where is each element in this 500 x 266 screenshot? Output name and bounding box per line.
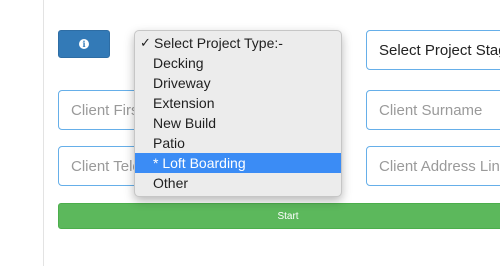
- dropdown-option-placeholder[interactable]: ✓ Select Project Type:-: [135, 33, 341, 53]
- start-button-label: Start: [277, 210, 299, 222]
- project-stage-select-value: Select Project Stag: [379, 41, 500, 59]
- page: i Select Project Stag Client First Name …: [0, 0, 500, 266]
- dropdown-option-loft-boarding[interactable]: * Loft Boarding: [135, 153, 341, 173]
- dropdown-option-extension[interactable]: Extension: [135, 93, 341, 113]
- project-type-dropdown[interactable]: ✓ Select Project Type:- Decking Driveway…: [134, 30, 342, 197]
- dropdown-option-patio[interactable]: Patio: [135, 133, 341, 153]
- client-surname-placeholder: Client Surname: [379, 101, 483, 119]
- checkmark-icon: ✓: [140, 35, 151, 50]
- info-button[interactable]: i: [58, 30, 110, 58]
- client-address-placeholder: Client Address Line 1: [379, 157, 500, 175]
- dropdown-option-decking[interactable]: Decking: [135, 53, 341, 73]
- sidebar-divider: [43, 0, 44, 266]
- info-circle-icon: i: [79, 39, 89, 49]
- dropdown-option-other[interactable]: Other: [135, 173, 341, 193]
- client-address-input[interactable]: Client Address Line 1: [366, 146, 500, 186]
- project-stage-select[interactable]: Select Project Stag: [366, 30, 500, 70]
- dropdown-option-new-build[interactable]: New Build: [135, 113, 341, 133]
- start-button[interactable]: Start: [58, 203, 500, 229]
- dropdown-option-driveway[interactable]: Driveway: [135, 73, 341, 93]
- client-surname-input[interactable]: Client Surname: [366, 90, 500, 130]
